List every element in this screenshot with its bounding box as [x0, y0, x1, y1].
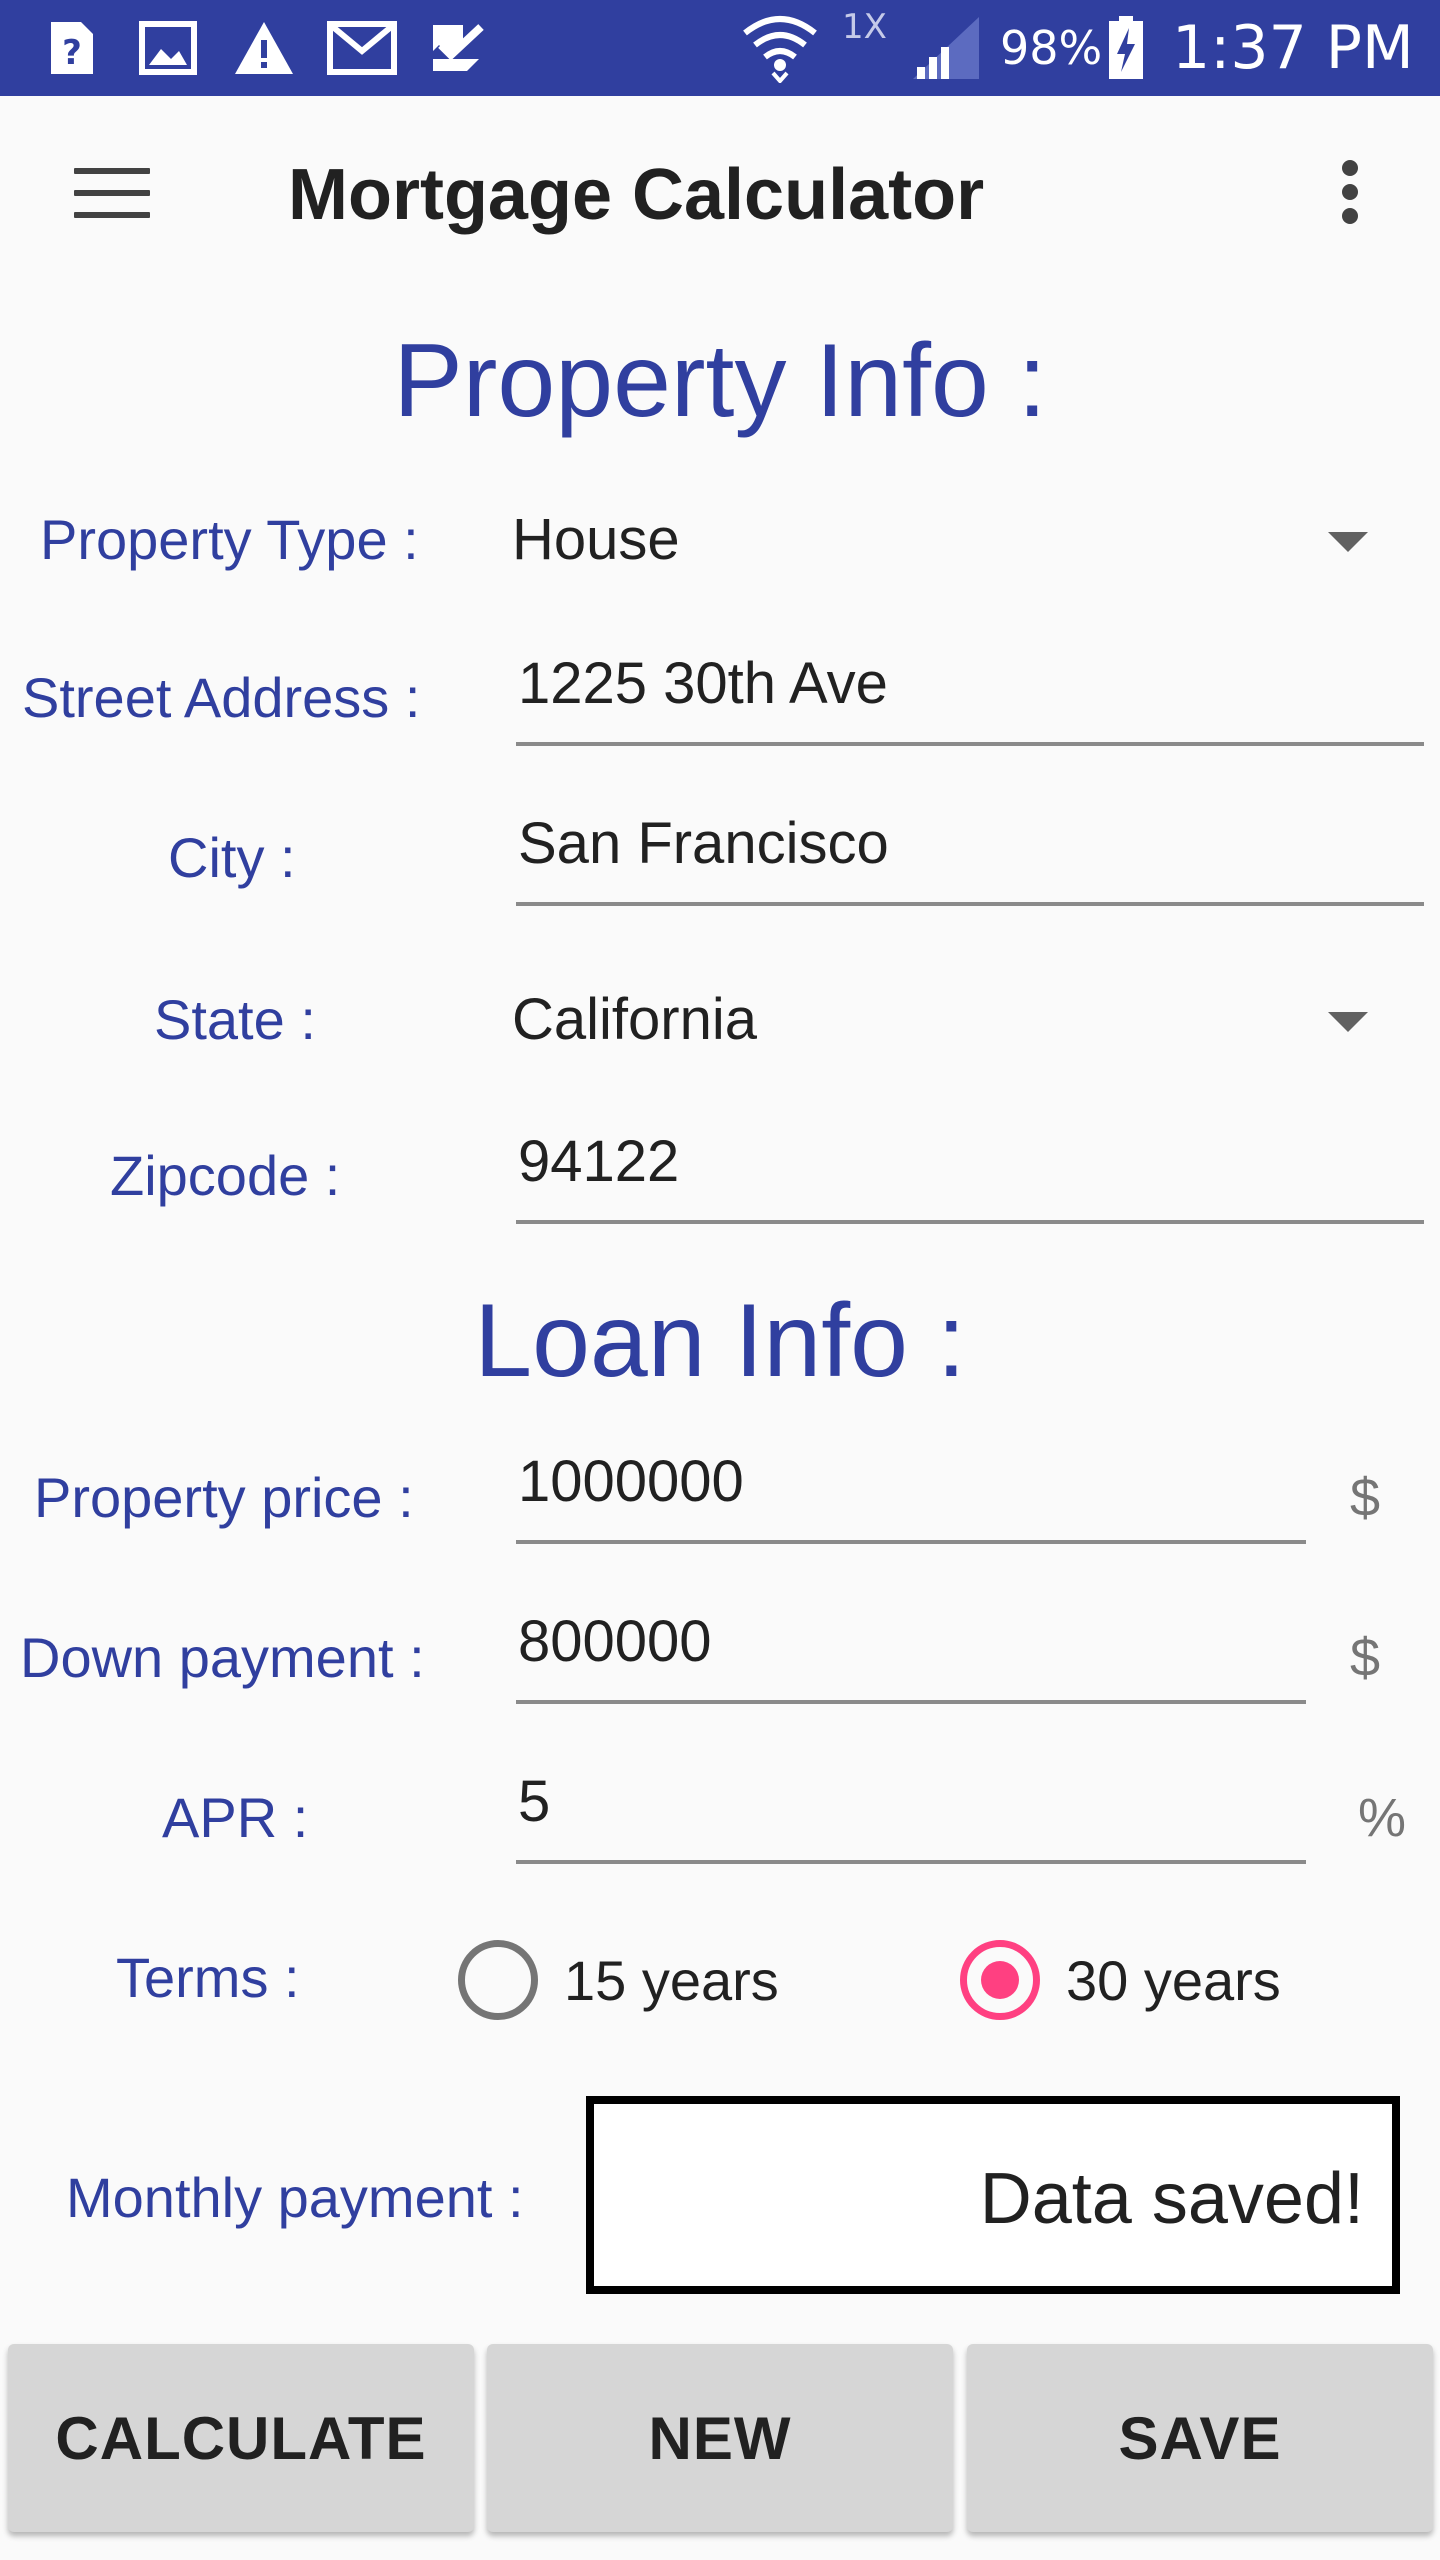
calculate-button[interactable]: CALCULATE	[8, 2344, 474, 2532]
dropdown-arrow-icon	[1328, 1012, 1368, 1032]
radio-checked-icon	[960, 1940, 1040, 2020]
unknown-file-icon: ?	[44, 18, 100, 78]
wifi-icon	[740, 16, 820, 83]
dropdown-arrow-icon	[1328, 532, 1368, 552]
gmail-icon	[326, 18, 398, 78]
city-field[interactable]	[516, 796, 1424, 906]
save-button[interactable]: SAVE	[967, 2344, 1433, 2532]
status-bar: ? 1X 98% 1:37 PM	[0, 0, 1440, 96]
new-button[interactable]: NEW	[487, 2344, 953, 2532]
term-30-years-radio[interactable]: 30 years	[960, 1930, 1281, 2030]
hamburger-menu-icon[interactable]	[62, 154, 162, 238]
monthly-payment-result-text: Data saved!	[979, 2159, 1364, 2239]
state-dropdown[interactable]: California	[512, 970, 1412, 1070]
down-payment-label: Down payment :	[20, 1626, 425, 1689]
monthly-payment-result-box: Data saved!	[586, 2096, 1400, 2294]
apr-field[interactable]	[516, 1754, 1306, 1864]
zipcode-field[interactable]	[516, 1114, 1424, 1224]
term-15-years-radio[interactable]: 15 years	[458, 1930, 779, 2030]
property-price-unit: $	[1350, 1468, 1381, 1528]
property-type-label: Property Type :	[40, 508, 419, 571]
down-payment-field[interactable]	[516, 1594, 1306, 1704]
property-type-value: House	[512, 507, 680, 572]
overflow-menu-icon[interactable]	[1318, 150, 1382, 234]
warning-icon	[232, 18, 296, 78]
loan-info-heading: Loan Info :	[474, 1283, 966, 1399]
street-address-field[interactable]	[516, 636, 1424, 746]
battery-charging-icon	[1106, 16, 1146, 79]
term-15-years-label: 15 years	[564, 1948, 779, 2012]
street-address-label: Street Address :	[22, 666, 421, 729]
monthly-payment-label: Monthly payment :	[66, 2166, 524, 2229]
apr-unit: %	[1358, 1788, 1407, 1848]
radio-unchecked-icon	[458, 1940, 538, 2020]
down-payment-unit: $	[1350, 1628, 1381, 1688]
state-value: California	[512, 987, 757, 1052]
city-label: City :	[168, 826, 296, 889]
state-label: State :	[154, 988, 316, 1051]
network-type-badge: 1X	[842, 7, 887, 47]
clock: 1:37 PM	[1172, 13, 1414, 83]
property-type-dropdown[interactable]: House	[512, 490, 1412, 590]
apr-label: APR :	[162, 1786, 309, 1849]
toolbar: Mortgage Calculator	[0, 96, 1440, 296]
cell-signal-icon	[910, 17, 982, 79]
term-30-years-label: 30 years	[1066, 1948, 1281, 2012]
image-icon	[138, 18, 198, 78]
terms-label: Terms :	[116, 1946, 300, 2009]
property-info-heading: Property Info :	[393, 323, 1047, 439]
battery-percent: 98%	[1000, 21, 1103, 75]
svg-text:?: ?	[62, 33, 82, 73]
property-price-label: Property price :	[34, 1466, 414, 1529]
app-title: Mortgage Calculator	[288, 155, 985, 235]
property-price-field[interactable]	[516, 1434, 1306, 1544]
zipcode-label: Zipcode :	[110, 1144, 341, 1207]
checklist-icon	[428, 18, 488, 78]
